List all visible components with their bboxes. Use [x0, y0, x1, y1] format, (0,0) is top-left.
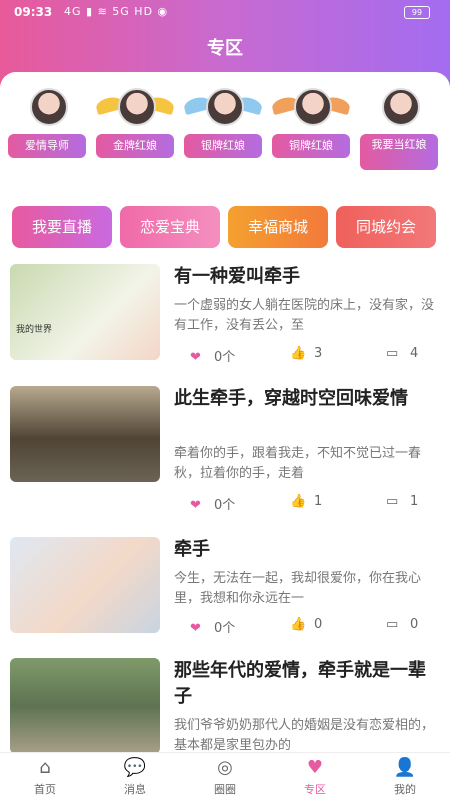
signal-icons: 4G ▮ ≋ 5G HD ◉: [64, 5, 169, 18]
badge-label: 爱情导师: [8, 134, 86, 158]
comment-icon[interactable]: ▭: [386, 617, 404, 632]
comments-count: 1: [410, 494, 419, 509]
badge-label: 我要当红娘: [360, 134, 438, 170]
likes-count: 3: [314, 346, 323, 361]
hearts-icon[interactable]: ❤: [190, 498, 208, 513]
tab-label: 圈圈: [214, 783, 236, 796]
article-stats: ❤ 0个 👍 0 ▭ 0: [190, 617, 440, 637]
live-stream-button[interactable]: 我要直播: [12, 206, 112, 248]
article-title: 有一种爱叫牵手: [174, 266, 300, 287]
article-thumbnail: [10, 537, 160, 633]
article-title: 此生牵手，穿越时空回味爱情: [174, 388, 408, 409]
tab-label: 消息: [124, 783, 146, 796]
love-guide-button[interactable]: 恋爱宝典: [120, 206, 220, 248]
avatar: [382, 88, 420, 126]
comment-icon[interactable]: ▭: [386, 494, 404, 509]
article-title: 那些年代的爱情，牵手就是一辈子: [174, 660, 426, 707]
tab-label: 专区: [304, 783, 326, 796]
home-icon: ⌂: [39, 757, 51, 778]
article-item[interactable]: 此生牵手，穿越时空回味爱情 牵着你的手，跟着我走，不知不觉已过一春秋，拉着你的手…: [10, 386, 440, 513]
article-desc: 今生，无法在一起，我却很爱你，你在我心里，我想和你永远在一: [174, 571, 422, 606]
happy-mall-button[interactable]: 幸福商城: [228, 206, 328, 248]
avatar: [294, 88, 332, 126]
status-time: 09:33: [14, 5, 53, 19]
status-bar: 09:33 4G ▮ ≋ 5G HD ◉ 99: [0, 0, 450, 24]
local-dating-button[interactable]: 同城约会: [336, 206, 436, 248]
article-item[interactable]: 那些年代的爱情，牵手就是一辈子 我们爷爷奶奶那代人的婚姻是没有恋爱相的，基本都是…: [10, 658, 440, 766]
article-desc: 牵着你的手，跟着我走，不知不觉已过一春秋，拉着你的手，走着: [174, 446, 422, 481]
feature-buttons: 我要直播 恋爱宝典 幸福商城 同城约会: [12, 206, 438, 250]
heart-icon: ♥: [306, 757, 324, 778]
article-item[interactable]: 我的世界 有一种爱叫牵手 一个虚弱的女人躺在医院的床上，没有家，没有工作，没有丢…: [10, 264, 440, 372]
tab-zone[interactable]: ♥ 专区: [270, 753, 360, 801]
article-thumbnail: [10, 658, 160, 754]
article-stats: ❤ 0个 👍 3 ▭ 4: [190, 346, 440, 366]
user-icon: 👤: [393, 757, 417, 778]
badge-label: 银牌红娘: [184, 134, 262, 158]
tab-circle[interactable]: ◎ 圈圈: [180, 753, 270, 801]
tab-label: 我的: [394, 783, 416, 796]
badge-bronze[interactable]: 铜牌红娘: [270, 88, 352, 178]
avatar: [118, 88, 156, 126]
likes-count: 1: [314, 494, 323, 509]
battery-icon: 99: [404, 6, 430, 19]
badge-row: 爱情导师 金牌红娘 银牌红娘 铜牌红娘 我要当红娘: [0, 88, 450, 178]
article-desc: 我们爷爷奶奶那代人的婚姻是没有恋爱相的，基本都是家里包办的: [174, 718, 435, 753]
tab-profile[interactable]: 👤 我的: [360, 753, 450, 801]
badge-label: 金牌红娘: [96, 134, 174, 158]
tab-home[interactable]: ⌂ 首页: [0, 753, 90, 801]
badge-gold[interactable]: 金牌红娘: [94, 88, 176, 178]
bottom-tab-bar: ⌂ 首页 💬 消息 ◎ 圈圈 ♥ 专区 👤 我的: [0, 752, 450, 801]
badge-silver[interactable]: 银牌红娘: [182, 88, 264, 178]
badge-become-matchmaker[interactable]: 我要当红娘: [360, 88, 438, 178]
article-thumbnail: [10, 386, 160, 482]
thumbs-up-icon[interactable]: 👍: [290, 346, 308, 361]
comment-icon[interactable]: ▭: [386, 346, 404, 361]
article-desc: 一个虚弱的女人躺在医院的床上，没有家，没有工作，没有丢公，至: [174, 298, 435, 333]
hearts-icon[interactable]: ❤: [190, 350, 208, 365]
chat-icon: 💬: [123, 757, 147, 778]
badge-label: 铜牌红娘: [272, 134, 350, 158]
avatar: [206, 88, 244, 126]
comments-count: 0: [410, 617, 419, 632]
page-title: 专区: [207, 38, 243, 59]
favorites-count: 0个: [214, 498, 236, 513]
likes-count: 0: [314, 617, 323, 632]
article-title: 牵手: [174, 539, 210, 560]
tab-messages[interactable]: 💬 消息: [90, 753, 180, 801]
circle-icon: ◎: [217, 757, 233, 778]
badge-love-mentor[interactable]: 爱情导师: [8, 88, 86, 178]
tab-label: 首页: [34, 783, 56, 796]
favorites-count: 0个: [214, 350, 236, 365]
avatar: [30, 88, 68, 126]
thumbnail-caption: 我的世界: [16, 325, 53, 335]
thumbs-up-icon[interactable]: 👍: [290, 617, 308, 632]
hearts-icon[interactable]: ❤: [190, 621, 208, 636]
favorites-count: 0个: [214, 621, 236, 636]
article-stats: ❤ 0个 👍 1 ▭ 1: [190, 494, 440, 514]
article-item[interactable]: 牵手 今生，无法在一起，我却很爱你，你在我心里，我想和你永远在一 ❤ 0个 👍 0 …: [10, 537, 440, 645]
article-thumbnail: 我的世界: [10, 264, 160, 360]
thumbs-up-icon[interactable]: 👍: [290, 494, 308, 509]
comments-count: 4: [410, 346, 419, 361]
